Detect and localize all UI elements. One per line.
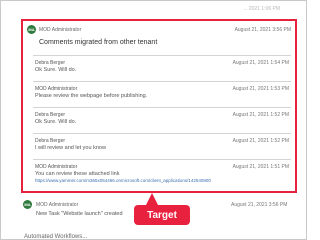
reply-text: Ok Sure. Will do. <box>35 67 77 73</box>
thread-title: Comments migrated from other tenant <box>39 39 158 46</box>
next-post-text: New Task "Website launch" created <box>36 211 123 217</box>
next-post-timestamp: August 21, 2021 3:56 PM <box>231 202 288 208</box>
callout-arrow-icon <box>146 193 158 205</box>
reply-author[interactable]: Debra Berger <box>35 112 65 118</box>
reply-timestamp: August 21, 2021 1:54 PM <box>232 60 289 66</box>
target-callout: Target <box>134 205 190 225</box>
reply-author[interactable]: Debra Berger <box>35 60 65 66</box>
thread-author[interactable]: MOD Administrator <box>39 27 81 33</box>
reply-timestamp: August 21, 2021 1:52 PM <box>232 138 289 144</box>
reply-text: You can review these attached link <box>35 171 120 177</box>
reply-author[interactable]: MOD Administrator <box>35 164 77 170</box>
thread-timestamp: August 21, 2021 3:56 PM <box>234 27 291 33</box>
previous-post-timestamp: ... 2021 1:06 PM <box>243 6 280 12</box>
author-avatar[interactable]: MA <box>27 25 36 34</box>
author-avatar[interactable]: MA <box>23 200 32 209</box>
comment-thread: MA MOD Administrator August 21, 2021 3:5… <box>21 19 297 193</box>
reply-item: Debra Berger Ok Sure. Will do. August 21… <box>33 107 291 133</box>
reply-author[interactable]: MOD Administrator <box>35 86 77 92</box>
reply-text: Ok Sure. Will do. <box>35 119 77 125</box>
reply-item: Debra Berger Ok Sure. Will do. August 21… <box>33 55 291 81</box>
reply-text: I will review and let you know <box>35 145 106 151</box>
reply-timestamp: August 21, 2021 1:53 PM <box>232 86 289 92</box>
reply-item: Debra Berger I will review and let you k… <box>33 133 291 159</box>
reply-item: MOD Administrator You can review these a… <box>33 159 291 191</box>
screenshot-frame: ... 2021 1:06 PM MA MOD Administrator Au… <box>0 0 307 240</box>
bottom-post-text: Automated Workflows... <box>24 234 88 240</box>
reply-author[interactable]: Debra Berger <box>35 138 65 144</box>
reply-timestamp: August 21, 2021 1:52 PM <box>232 112 289 118</box>
reply-text: Please review the webpage before publish… <box>35 93 148 99</box>
next-post-author[interactable]: MOD Administrator <box>36 202 78 208</box>
reply-timestamp: August 21, 2021 1:51 PM <box>232 164 289 170</box>
reply-link[interactable]: https://www.yammer.com/m365x054466.onmic… <box>35 178 211 183</box>
reply-item: MOD Administrator Please review the webp… <box>33 81 291 107</box>
